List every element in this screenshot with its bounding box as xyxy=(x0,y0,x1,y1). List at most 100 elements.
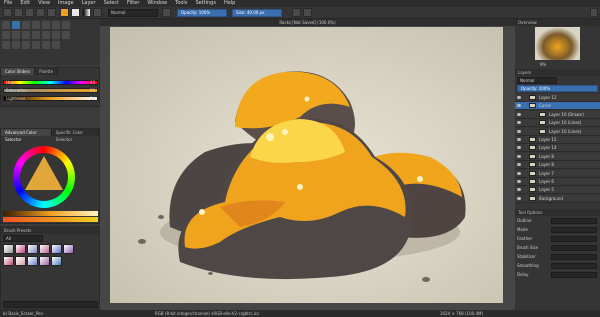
layer-row[interactable]: Layer 7 xyxy=(515,169,600,178)
menu-view[interactable]: View xyxy=(38,0,50,7)
hue-slider[interactable]: Hue 43 xyxy=(3,80,98,85)
eye-icon[interactable] xyxy=(517,188,521,192)
eye-icon[interactable] xyxy=(517,121,521,125)
tool-option-control[interactable] xyxy=(551,245,597,251)
brush-preset-4[interactable] xyxy=(39,244,50,254)
menu-file[interactable]: File xyxy=(4,0,12,7)
tab-palette[interactable]: Palette xyxy=(35,68,59,75)
open-document-icon[interactable] xyxy=(14,8,23,17)
rect-select-icon[interactable] xyxy=(2,41,10,49)
brush-preset-9[interactable] xyxy=(27,256,38,266)
tool-option-control[interactable] xyxy=(551,254,597,260)
crop-tool-icon[interactable] xyxy=(22,31,30,39)
eye-icon[interactable] xyxy=(517,104,521,108)
layer-blend-mode[interactable]: Normal xyxy=(517,77,557,84)
layer-opacity-slider[interactable]: Opacity: 100% xyxy=(517,85,598,92)
mirror-horizontal-icon[interactable] xyxy=(292,8,301,17)
color-picker-icon[interactable] xyxy=(42,31,50,39)
blend-mode-select[interactable]: Normal xyxy=(108,9,158,17)
color-triangle[interactable] xyxy=(25,156,63,190)
menu-layer[interactable]: Layer xyxy=(82,0,96,7)
painting-canvas[interactable] xyxy=(110,27,503,303)
pan-tool-icon[interactable] xyxy=(52,41,60,49)
menu-window[interactable]: Window xyxy=(147,0,167,7)
eye-icon[interactable] xyxy=(517,146,521,150)
menu-help[interactable]: Help xyxy=(224,0,235,7)
assistant-tool-icon[interactable] xyxy=(62,31,70,39)
overview-zoom[interactable]: 9% xyxy=(540,62,546,67)
layer-row[interactable]: Background xyxy=(515,194,600,203)
brush-preset-1[interactable] xyxy=(3,244,14,254)
layer-row[interactable]: Layer 10 (Lines) xyxy=(515,127,600,136)
reload-preset-icon[interactable] xyxy=(162,8,171,17)
eye-icon[interactable] xyxy=(517,154,521,158)
status-brush-name[interactable]: b) Basic_Eraser_Pen xyxy=(3,310,43,317)
menu-tools[interactable]: Tools xyxy=(175,0,187,7)
brush-preset-3[interactable] xyxy=(27,244,38,254)
background-color-swatch[interactable] xyxy=(71,8,80,17)
layer-row[interactable]: Layer 10 (Drawn) xyxy=(515,110,600,119)
layer-row[interactable]: Layer 12 xyxy=(515,94,600,102)
menu-settings[interactable]: Settings xyxy=(195,0,216,7)
brush-tag-select[interactable]: All xyxy=(3,235,43,242)
new-document-icon[interactable] xyxy=(3,8,12,17)
brush-tool-icon[interactable] xyxy=(12,21,20,29)
layer-row[interactable]: Layer 14 xyxy=(515,144,600,153)
redo-icon[interactable] xyxy=(47,8,56,17)
tab-advanced-color-selector[interactable]: Advanced Color Selector xyxy=(1,129,52,142)
eye-icon[interactable] xyxy=(517,138,521,141)
gradient-icon[interactable] xyxy=(82,8,91,17)
saturation-slider[interactable]: Saturation 82 xyxy=(3,88,98,93)
contiguous-select-icon[interactable] xyxy=(32,41,40,49)
eye-icon[interactable] xyxy=(517,129,521,133)
size-slider[interactable]: Size: 40.00 px xyxy=(232,9,282,17)
mirror-vertical-icon[interactable] xyxy=(303,8,312,17)
line-tool-icon[interactable] xyxy=(22,21,30,29)
eye-icon[interactable] xyxy=(517,96,521,99)
eye-icon[interactable] xyxy=(517,163,521,167)
hue-value[interactable]: 43 xyxy=(90,80,95,85)
polyline-tool-icon[interactable] xyxy=(62,21,70,29)
brush-preset-7[interactable] xyxy=(3,256,14,266)
eye-icon[interactable] xyxy=(517,112,521,116)
select-shapes-icon[interactable] xyxy=(2,21,10,29)
menu-edit[interactable]: Edit xyxy=(20,0,30,7)
eye-icon[interactable] xyxy=(517,180,521,183)
tool-option-control[interactable] xyxy=(551,236,597,242)
tool-option-control[interactable] xyxy=(551,227,597,233)
brush-preset-5[interactable] xyxy=(51,244,62,254)
tab-color-sliders[interactable]: Color Sliders xyxy=(1,68,36,75)
opacity-slider[interactable]: Opacity: 100% xyxy=(177,9,227,17)
menu-select[interactable]: Select xyxy=(104,0,119,7)
brush-preset-11[interactable] xyxy=(51,256,62,266)
eye-icon[interactable] xyxy=(517,171,521,175)
zoom-tool-icon[interactable] xyxy=(42,41,50,49)
layer-row[interactable]: Layer 8 xyxy=(515,161,600,170)
ellipse-select-icon[interactable] xyxy=(12,41,20,49)
save-icon[interactable] xyxy=(25,8,34,17)
brush-preset-2[interactable] xyxy=(15,244,26,254)
brush-preset-6[interactable] xyxy=(63,244,74,254)
layer-row[interactable]: Layer 6 xyxy=(515,178,600,186)
brush-preset-10[interactable] xyxy=(39,256,50,266)
layer-row[interactable]: Layer 5 xyxy=(515,186,600,195)
fill-tool-icon[interactable] xyxy=(52,31,60,39)
close-icon[interactable] xyxy=(590,8,598,17)
transform-tool-icon[interactable] xyxy=(12,31,20,39)
menu-image[interactable]: Image xyxy=(58,0,74,7)
gradient-strip-2[interactable] xyxy=(3,217,98,222)
rectangle-tool-icon[interactable] xyxy=(32,21,40,29)
pattern-icon[interactable] xyxy=(93,8,102,17)
tool-option-control[interactable] xyxy=(551,218,597,224)
lightness-value[interactable]: 54 xyxy=(90,96,95,101)
layer-row[interactable]: Layer 15 xyxy=(515,136,600,144)
polygon-tool-icon[interactable] xyxy=(52,21,60,29)
tab-specific-color-selector[interactable]: Specific Color Selector xyxy=(51,129,99,142)
lightness-slider[interactable]: Lightness 54 xyxy=(3,96,98,101)
eye-icon[interactable] xyxy=(517,196,521,200)
move-tool-icon[interactable] xyxy=(2,31,10,39)
tool-option-control[interactable] xyxy=(551,272,597,278)
brush-preset-8[interactable] xyxy=(15,256,26,266)
overview-thumbnail[interactable] xyxy=(535,27,580,60)
saturation-value[interactable]: 82 xyxy=(90,88,95,93)
